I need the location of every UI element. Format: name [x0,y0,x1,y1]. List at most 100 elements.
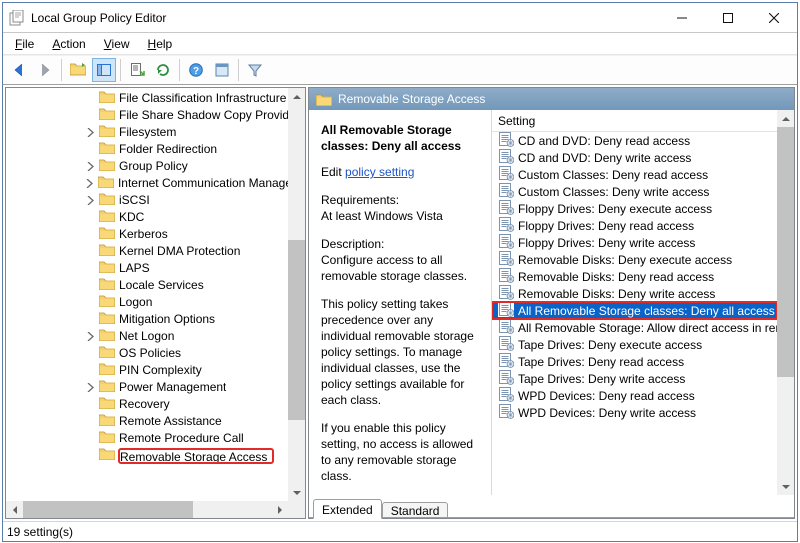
tree-item[interactable]: Folder Redirection [6,141,305,158]
folder-icon [98,311,119,329]
list-item[interactable]: WPD Devices: Deny write access [492,404,777,421]
expander-icon[interactable] [84,382,96,394]
list-item-label: Floppy Drives: Deny read access [518,219,694,233]
tree-item[interactable]: Recovery [6,396,305,413]
expander-icon [84,212,96,224]
expander-icon [84,314,96,326]
settings-list-pane: Setting CD and DVD: Deny read accessCD a… [492,110,794,495]
list-item[interactable]: Tape Drives: Deny execute access [492,336,777,353]
tree-item-label: File Classification Infrastructure [119,90,286,107]
content-pane: Removable Storage Access All Removable S… [308,87,795,519]
list-item-label: Removable Disks: Deny execute access [518,253,732,267]
tree-horizontal-scrollbar[interactable] [6,501,305,518]
scroll-down-icon[interactable] [288,484,305,501]
folder-icon [98,294,119,312]
list-item[interactable]: Custom Classes: Deny write access [492,183,777,200]
back-button[interactable] [7,58,31,82]
edit-policy-link[interactable]: policy setting [345,165,414,179]
properties-button[interactable] [210,58,234,82]
tree-item[interactable]: Kerberos [6,226,305,243]
tree-item[interactable]: Mitigation Options [6,311,305,328]
list-item[interactable]: WPD Devices: Deny read access [492,387,777,404]
list-item[interactable]: Removable Disks: Deny write access [492,285,777,302]
tree-item[interactable]: Removable Storage Access [6,447,305,464]
maximize-button[interactable] [705,3,751,32]
expander-icon[interactable] [84,127,96,139]
scroll-left-icon[interactable] [6,501,23,518]
menu-view[interactable]: View [96,35,138,53]
status-text: 19 setting(s) [7,525,73,539]
tree-item[interactable]: LAPS [6,260,305,277]
expander-icon[interactable] [84,331,96,343]
tree-item[interactable]: Power Management [6,379,305,396]
expander-icon[interactable] [84,178,95,190]
tree-item[interactable]: Filesystem [6,124,305,141]
scroll-up-icon[interactable] [777,110,794,127]
tree-item[interactable]: File Classification Infrastructure [6,90,305,107]
list-item[interactable]: Removable Disks: Deny read access [492,268,777,285]
list-item[interactable]: CD and DVD: Deny write access [492,149,777,166]
menu-file[interactable]: File [7,35,42,53]
column-header-setting[interactable]: Setting [492,110,777,132]
tree-item-label: Removable Storage Access [118,448,274,464]
expander-icon[interactable] [84,195,96,207]
requirements-label: Requirements: [321,192,483,208]
tree-item[interactable]: OS Policies [6,345,305,362]
list-item[interactable]: Tape Drives: Deny write access [492,370,777,387]
folder-icon [98,209,119,227]
list-item-label: CD and DVD: Deny write access [518,151,691,165]
tree-item[interactable]: Kernel DMA Protection [6,243,305,260]
scroll-down-icon[interactable] [777,478,794,495]
list-vertical-scrollbar[interactable] [777,110,794,495]
forward-button[interactable] [33,58,57,82]
folder-icon [98,124,119,142]
expander-icon [84,229,96,241]
scroll-right-icon[interactable] [271,501,288,518]
content-header-title: Removable Storage Access [338,92,485,106]
menu-help[interactable]: Help [140,35,181,53]
filter-button[interactable] [243,58,267,82]
tree-vertical-scrollbar[interactable] [288,88,305,501]
expander-icon[interactable] [84,161,96,173]
list-item[interactable]: Floppy Drives: Deny execute access [492,200,777,217]
tree-item[interactable]: File Share Shadow Copy Provider [6,107,305,124]
expander-icon [84,110,96,122]
tree-item[interactable]: PIN Complexity [6,362,305,379]
tree-item[interactable]: Logon [6,294,305,311]
tree-item[interactable]: Internet Communication Management [6,175,305,192]
tree-item[interactable]: Locale Services [6,277,305,294]
app-icon [9,10,25,26]
tree-item[interactable]: Group Policy [6,158,305,175]
scroll-up-icon[interactable] [288,88,305,105]
tree-item[interactable]: Net Logon [6,328,305,345]
list-item[interactable]: Custom Classes: Deny read access [492,166,777,183]
up-button[interactable] [66,58,90,82]
list-item[interactable]: CD and DVD: Deny read access [492,132,777,149]
help-button[interactable]: ? [184,58,208,82]
list-item[interactable]: Removable Disks: Deny execute access [492,251,777,268]
list-item[interactable]: All Removable Storage classes: Deny all … [492,302,777,319]
tab-standard[interactable]: Standard [382,502,449,518]
tree[interactable]: File Classification InfrastructureFile S… [6,88,305,466]
tree-item[interactable]: KDC [6,209,305,226]
list-item[interactable]: Floppy Drives: Deny read access [492,217,777,234]
settings-list[interactable]: CD and DVD: Deny read access CD and DVD: … [492,132,777,495]
tree-item[interactable]: Remote Procedure Call [6,430,305,447]
tab-extended[interactable]: Extended [313,499,382,519]
description-label: Description: [321,236,483,252]
list-item-label: All Removable Storage: Allow direct acce… [518,321,777,335]
refresh-button[interactable] [151,58,175,82]
tree-item[interactable]: Remote Assistance [6,413,305,430]
tree-item[interactable]: iSCSI [6,192,305,209]
show-hide-tree-button[interactable] [92,58,116,82]
export-list-button[interactable] [125,58,149,82]
list-item[interactable]: Tape Drives: Deny read access [492,353,777,370]
list-item[interactable]: All Removable Storage: Allow direct acce… [492,319,777,336]
tree-item-label: Mitigation Options [119,311,215,328]
menu-action[interactable]: Action [44,35,93,53]
list-item[interactable]: Floppy Drives: Deny write access [492,234,777,251]
close-button[interactable] [751,3,797,32]
minimize-button[interactable] [659,3,705,32]
tree-item-label: Recovery [119,396,170,413]
folder-icon [98,396,119,414]
